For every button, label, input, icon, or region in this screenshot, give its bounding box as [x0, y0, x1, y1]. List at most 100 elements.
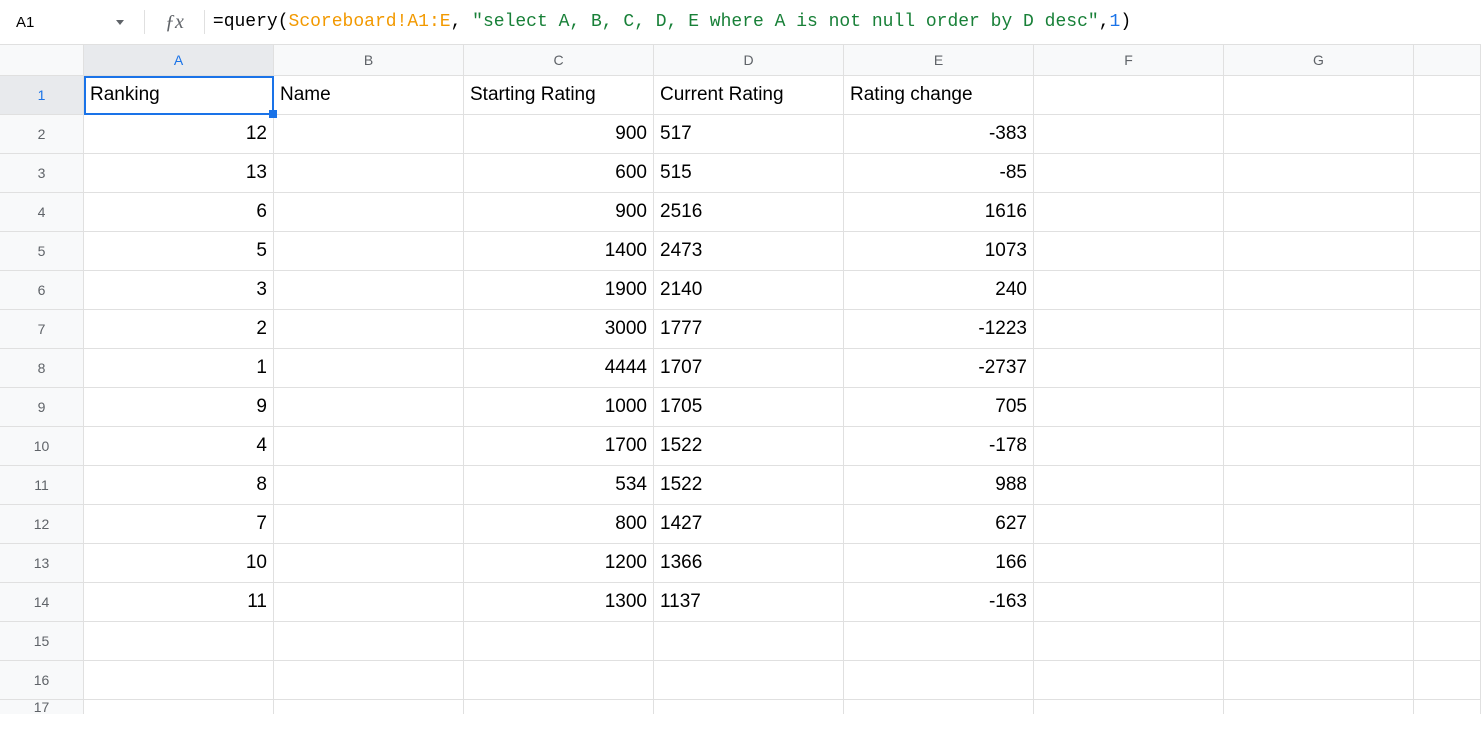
cell-h16[interactable] [1414, 661, 1481, 700]
cell-c15[interactable] [464, 622, 654, 661]
cell-f17[interactable] [1034, 700, 1224, 714]
cell-f9[interactable] [1034, 388, 1224, 427]
cell-a15[interactable] [84, 622, 274, 661]
cell-b17[interactable] [274, 700, 464, 714]
cell-a14[interactable]: 11 [84, 583, 274, 622]
cell-d10[interactable]: 1522 [654, 427, 844, 466]
cell-f15[interactable] [1034, 622, 1224, 661]
cell-b12[interactable] [274, 505, 464, 544]
cell-h11[interactable] [1414, 466, 1481, 505]
cell-h10[interactable] [1414, 427, 1481, 466]
cell-g2[interactable] [1224, 115, 1414, 154]
cell-h5[interactable] [1414, 232, 1481, 271]
cell-h6[interactable] [1414, 271, 1481, 310]
cell-c7[interactable]: 3000 [464, 310, 654, 349]
cell-d9[interactable]: 1705 [654, 388, 844, 427]
cell-c14[interactable]: 1300 [464, 583, 654, 622]
cell-g16[interactable] [1224, 661, 1414, 700]
cell-a7[interactable]: 2 [84, 310, 274, 349]
cell-b14[interactable] [274, 583, 464, 622]
cell-e10[interactable]: -178 [844, 427, 1034, 466]
formula-input[interactable]: =query(Scoreboard!A1:E, "select A, B, C,… [213, 12, 1473, 32]
cell-e8[interactable]: -2737 [844, 349, 1034, 388]
cell-f6[interactable] [1034, 271, 1224, 310]
row-header-14[interactable]: 14 [0, 583, 84, 622]
cell-c11[interactable]: 534 [464, 466, 654, 505]
col-header-f[interactable]: F [1034, 45, 1224, 76]
cell-g4[interactable] [1224, 193, 1414, 232]
cell-c12[interactable]: 800 [464, 505, 654, 544]
cell-b8[interactable] [274, 349, 464, 388]
cell-h4[interactable] [1414, 193, 1481, 232]
cell-g11[interactable] [1224, 466, 1414, 505]
row-header-8[interactable]: 8 [0, 349, 84, 388]
cell-a4[interactable]: 6 [84, 193, 274, 232]
cell-b6[interactable] [274, 271, 464, 310]
row-header-12[interactable]: 12 [0, 505, 84, 544]
cell-a16[interactable] [84, 661, 274, 700]
cell-d1[interactable]: Current Rating [654, 76, 844, 115]
row-header-5[interactable]: 5 [0, 232, 84, 271]
cell-g5[interactable] [1224, 232, 1414, 271]
cell-a8[interactable]: 1 [84, 349, 274, 388]
cell-d17[interactable] [654, 700, 844, 714]
cell-c9[interactable]: 1000 [464, 388, 654, 427]
row-header-13[interactable]: 13 [0, 544, 84, 583]
cell-e7[interactable]: -1223 [844, 310, 1034, 349]
cell-e11[interactable]: 988 [844, 466, 1034, 505]
cell-e13[interactable]: 166 [844, 544, 1034, 583]
row-header-16[interactable]: 16 [0, 661, 84, 700]
cell-b16[interactable] [274, 661, 464, 700]
col-header-h[interactable] [1414, 45, 1481, 76]
cell-g17[interactable] [1224, 700, 1414, 714]
row-header-3[interactable]: 3 [0, 154, 84, 193]
cell-d6[interactable]: 2140 [654, 271, 844, 310]
cell-e15[interactable] [844, 622, 1034, 661]
cell-e3[interactable]: -85 [844, 154, 1034, 193]
cell-b10[interactable] [274, 427, 464, 466]
cell-b13[interactable] [274, 544, 464, 583]
cell-h1[interactable] [1414, 76, 1481, 115]
cell-b7[interactable] [274, 310, 464, 349]
cell-d11[interactable]: 1522 [654, 466, 844, 505]
cell-a17[interactable] [84, 700, 274, 714]
cell-g12[interactable] [1224, 505, 1414, 544]
cell-h15[interactable] [1414, 622, 1481, 661]
cell-h13[interactable] [1414, 544, 1481, 583]
cell-g6[interactable] [1224, 271, 1414, 310]
cell-c13[interactable]: 1200 [464, 544, 654, 583]
cell-d5[interactable]: 2473 [654, 232, 844, 271]
row-header-2[interactable]: 2 [0, 115, 84, 154]
cell-d14[interactable]: 1137 [654, 583, 844, 622]
cell-d12[interactable]: 1427 [654, 505, 844, 544]
col-header-b[interactable]: B [274, 45, 464, 76]
chevron-down-icon[interactable] [116, 20, 124, 25]
cell-g10[interactable] [1224, 427, 1414, 466]
cell-b11[interactable] [274, 466, 464, 505]
cell-b3[interactable] [274, 154, 464, 193]
cell-b2[interactable] [274, 115, 464, 154]
row-header-10[interactable]: 10 [0, 427, 84, 466]
cell-e9[interactable]: 705 [844, 388, 1034, 427]
cell-f11[interactable] [1034, 466, 1224, 505]
row-header-15[interactable]: 15 [0, 622, 84, 661]
row-header-11[interactable]: 11 [0, 466, 84, 505]
col-header-g[interactable]: G [1224, 45, 1414, 76]
cell-c8[interactable]: 4444 [464, 349, 654, 388]
cell-c17[interactable] [464, 700, 654, 714]
cell-b4[interactable] [274, 193, 464, 232]
cell-c6[interactable]: 1900 [464, 271, 654, 310]
cell-a10[interactable]: 4 [84, 427, 274, 466]
cell-e4[interactable]: 1616 [844, 193, 1034, 232]
cell-h12[interactable] [1414, 505, 1481, 544]
cell-h2[interactable] [1414, 115, 1481, 154]
cell-f10[interactable] [1034, 427, 1224, 466]
cell-h8[interactable] [1414, 349, 1481, 388]
cell-d2[interactable]: 517 [654, 115, 844, 154]
cell-c1[interactable]: Starting Rating [464, 76, 654, 115]
cell-f5[interactable] [1034, 232, 1224, 271]
cell-g9[interactable] [1224, 388, 1414, 427]
cell-g3[interactable] [1224, 154, 1414, 193]
cell-g14[interactable] [1224, 583, 1414, 622]
cell-f1[interactable] [1034, 76, 1224, 115]
